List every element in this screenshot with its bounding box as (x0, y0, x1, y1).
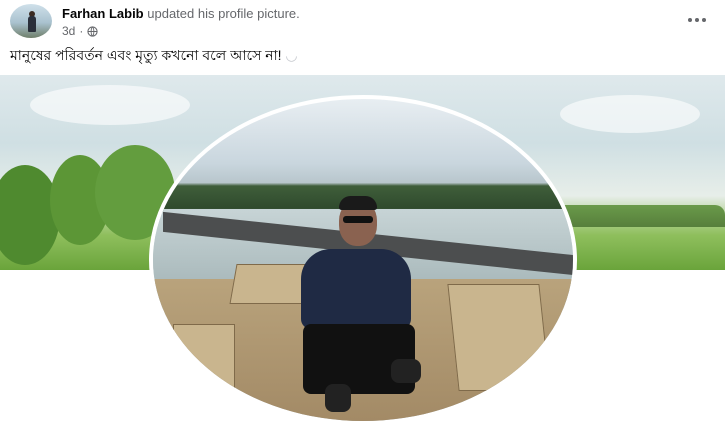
photo-bench (173, 324, 235, 406)
avatar-figure (28, 16, 36, 32)
caption-text: মানুষের পরিবর্তন এবং মৃত্যু কখনো বলে আসে… (10, 47, 282, 63)
author-name[interactable]: Farhan Labib (62, 6, 144, 21)
meta-separator: · (79, 24, 84, 38)
photo-person-sandal (391, 359, 421, 383)
globe-icon[interactable] (87, 25, 98, 37)
photo-person-shirt (301, 249, 411, 329)
cover-cloud (30, 85, 190, 125)
more-options-icon (688, 18, 692, 22)
photo-person-hair (339, 196, 377, 210)
post-title-line: Farhan Labib updated his profile picture… (62, 6, 300, 21)
avatar[interactable] (10, 4, 52, 38)
photo-bench (447, 284, 551, 391)
photo-person-sandal (325, 384, 351, 412)
more-options-button[interactable] (685, 10, 709, 30)
caption-emoji: ◡ (285, 47, 298, 63)
post-meta: 3d · (62, 24, 98, 38)
post-timestamp[interactable]: 3d (62, 24, 75, 38)
profile-picture[interactable] (153, 99, 573, 421)
post-caption: মানুষের পরিবর্তন এবং মৃত্যু কখনো বলে আসে… (10, 44, 298, 68)
photo-person-sunglasses (343, 216, 373, 223)
post-action-text: updated his profile picture. (147, 6, 300, 21)
post-header: Farhan Labib updated his profile picture… (0, 0, 725, 42)
cover-cloud (560, 95, 700, 133)
